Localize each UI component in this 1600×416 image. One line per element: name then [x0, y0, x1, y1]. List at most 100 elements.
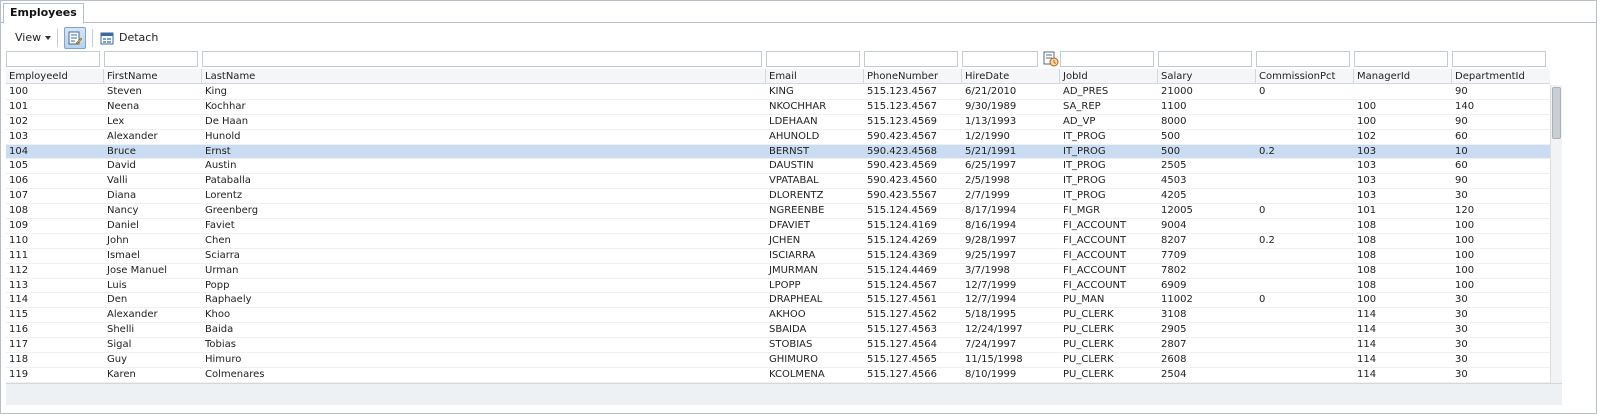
table-cell-job: PU_CLERK	[1063, 368, 1114, 380]
column-header[interactable]: Email	[766, 70, 797, 84]
table-cell-comm	[1256, 189, 1353, 203]
table-cell-salary: 4205	[1161, 190, 1187, 202]
vertical-scrollbar[interactable]	[1550, 85, 1562, 383]
table-cell-id: 116	[9, 324, 29, 336]
table-cell-dept: 140	[1455, 100, 1475, 112]
filter-input-managerid[interactable]	[1354, 51, 1448, 67]
table-cell-job: FI_ACCOUNT	[1063, 220, 1127, 232]
table-row[interactable]: 108 Nancy Greenberg NGREENBE 515.124.4569 8/1…	[6, 204, 1550, 220]
detach-label: Detach	[119, 31, 159, 44]
filter-input-jobid[interactable]	[1060, 51, 1154, 67]
table-cell-first: Ismael	[107, 249, 140, 261]
table-cell-comm	[1256, 264, 1353, 278]
table-row[interactable]: 106 Valli Pataballa VPATABAL 590.423.4560 2/5…	[6, 174, 1550, 190]
table-row[interactable]: 110 John Chen JCHEN 515.124.4269 9/28/1997 FI_…	[6, 234, 1550, 249]
table-row[interactable]: 112 Jose Manuel Urman JMURMAN 515.124.4469 3/…	[6, 264, 1550, 279]
table-cell-job: IT_PROG	[1063, 190, 1106, 202]
column-header[interactable]: PhoneNumber	[864, 70, 938, 84]
toolbar: View Detach	[1, 25, 1596, 51]
table-cell-last: Chen	[205, 234, 231, 246]
table-cell-mgr: 114	[1357, 324, 1377, 336]
table-cell-mgr: 102	[1357, 130, 1377, 142]
column-header[interactable]: DepartmentId	[1452, 70, 1525, 84]
table-row[interactable]: 113 Luis Popp LPOPP 515.124.4567 12/7/1999 FI_…	[6, 279, 1550, 294]
filter-input-email[interactable]	[766, 51, 860, 67]
column-header[interactable]: CommissionPct	[1256, 70, 1335, 84]
table-row[interactable]: 115 Alexander Khoo AKHOO 515.127.4562 5/18/19…	[6, 308, 1550, 324]
filter-input-firstname[interactable]	[104, 51, 198, 67]
table-cell-hire: 11/15/1998	[965, 354, 1023, 366]
table-cell-last: Lorentz	[205, 190, 243, 202]
view-menu-button[interactable]: View	[9, 29, 57, 47]
table-cell-id: 110	[9, 234, 29, 246]
table-cell-phone: 515.124.4567	[867, 279, 937, 291]
table-row[interactable]: 109 Daniel Faviet DFAVIET 515.124.4169 8/16/1…	[6, 219, 1550, 234]
column-header[interactable]: ManagerId	[1354, 70, 1410, 84]
table-cell-last: Hunold	[205, 130, 241, 142]
table-cell-first: Alexander	[107, 309, 158, 321]
table-cell-phone: 515.127.4564	[867, 339, 937, 351]
table-cell-job: PU_MAN	[1063, 294, 1105, 306]
table-cell-email: DAUSTIN	[769, 160, 814, 172]
table-cell-last: Greenberg	[205, 205, 259, 217]
table-row[interactable]: 117 Sigal Tobias STOBIAS 515.127.4564 7/24/19…	[6, 338, 1550, 354]
table-cell-dept: 30	[1455, 354, 1468, 366]
table-cell-salary: 7709	[1161, 249, 1187, 261]
filter-input-hiredate[interactable]	[962, 51, 1038, 67]
column-header[interactable]: JobId	[1060, 70, 1088, 84]
filter-input-salary[interactable]	[1158, 51, 1252, 67]
tab-strip: Employees	[1, 1, 1596, 24]
table-cell-salary: 21000	[1161, 86, 1193, 97]
table-cell-dept: 30	[1455, 294, 1468, 306]
column-header[interactable]: Salary	[1158, 70, 1192, 84]
column-header[interactable]: FirstName	[104, 70, 158, 84]
table-row[interactable]: 104 Bruce Ernst BERNST 590.423.4568 5/21/1991…	[6, 144, 1550, 160]
table-cell-job: IT_PROG	[1063, 175, 1106, 187]
table-cell-job: AD_VP	[1063, 115, 1096, 127]
column-header[interactable]: HireDate	[962, 70, 1009, 84]
filter-input-employeeid[interactable]	[6, 51, 100, 67]
table-cell-email: DLORENTZ	[769, 190, 824, 202]
table-row[interactable]: 119 Karen Colmenares KCOLMENA 515.127.4566 8/…	[6, 368, 1550, 383]
column-header[interactable]: EmployeeId	[6, 70, 68, 84]
table-row[interactable]: 105 David Austin DAUSTIN 590.423.4569 6/25/19…	[6, 159, 1550, 175]
table-cell-last: Himuro	[205, 354, 242, 366]
table-cell-salary: 4503	[1161, 175, 1187, 187]
table-row[interactable]: 118 Guy Himuro GHIMURO 515.127.4565 11/15/199…	[6, 353, 1550, 368]
table-cell-mgr: 103	[1357, 175, 1377, 187]
table-cell-comm	[1256, 100, 1353, 114]
table-cell-job: PU_CLERK	[1063, 309, 1114, 321]
edit-list-icon	[68, 31, 82, 45]
table-row[interactable]: 103 Alexander Hunold AHUNOLD 590.423.4567 1/2…	[6, 130, 1550, 145]
table-row[interactable]: 111 Ismael Sciarra ISCIARRA 515.124.4369 9/25…	[6, 249, 1550, 264]
table-cell-email: KING	[769, 86, 794, 97]
table-cell-phone: 515.127.4565	[867, 354, 937, 366]
detach-button[interactable]: Detach	[100, 28, 158, 48]
table-cell-hire: 9/30/1989	[965, 100, 1017, 112]
filter-input-commissionpct[interactable]	[1256, 51, 1350, 67]
scrollbar-thumb[interactable]	[1552, 87, 1561, 139]
filter-input-phonenumber[interactable]	[864, 51, 958, 67]
table-row[interactable]: 116 Shelli Baida SBAIDA 515.127.4563 12/24/19…	[6, 323, 1550, 339]
tab-employees[interactable]: Employees	[3, 3, 84, 24]
table-cell-first: Sigal	[107, 339, 132, 351]
filter-input-departmentid[interactable]	[1452, 51, 1546, 67]
filter-input-lastname[interactable]	[202, 51, 762, 67]
table-cell-mgr: 114	[1357, 339, 1377, 351]
table-row[interactable]: 101 Neena Kochhar NKOCHHAR 515.123.4567 9/30/…	[6, 100, 1550, 115]
query-by-example-icon[interactable]	[1043, 51, 1059, 67]
table-cell-email: GHIMURO	[769, 354, 818, 366]
table-cell-comm	[1256, 338, 1353, 352]
table-cell-email: ISCIARRA	[769, 249, 816, 261]
table-row[interactable]: 114 Den Raphaely DRAPHEAL 515.127.4561 12/7/1…	[6, 293, 1550, 309]
table-row[interactable]: 100 Steven King KING 515.123.4567 6/21/2010 AD…	[6, 85, 1550, 100]
column-header[interactable]: LastName	[202, 70, 255, 84]
table-cell-dept: 60	[1455, 130, 1468, 142]
table-cell-dept: 60	[1455, 160, 1468, 172]
edit-list-toggle-button[interactable]	[64, 27, 86, 49]
table-row[interactable]: 107 Diana Lorentz DLORENTZ 590.423.5567 2/7/1…	[6, 189, 1550, 205]
table-cell-dept: 90	[1455, 86, 1468, 97]
table-cell-comm	[1256, 159, 1353, 173]
table-cell-job: IT_PROG	[1063, 145, 1106, 157]
table-row[interactable]: 102 Lex De Haan LDEHAAN 515.123.4569 1/13/199…	[6, 115, 1550, 130]
